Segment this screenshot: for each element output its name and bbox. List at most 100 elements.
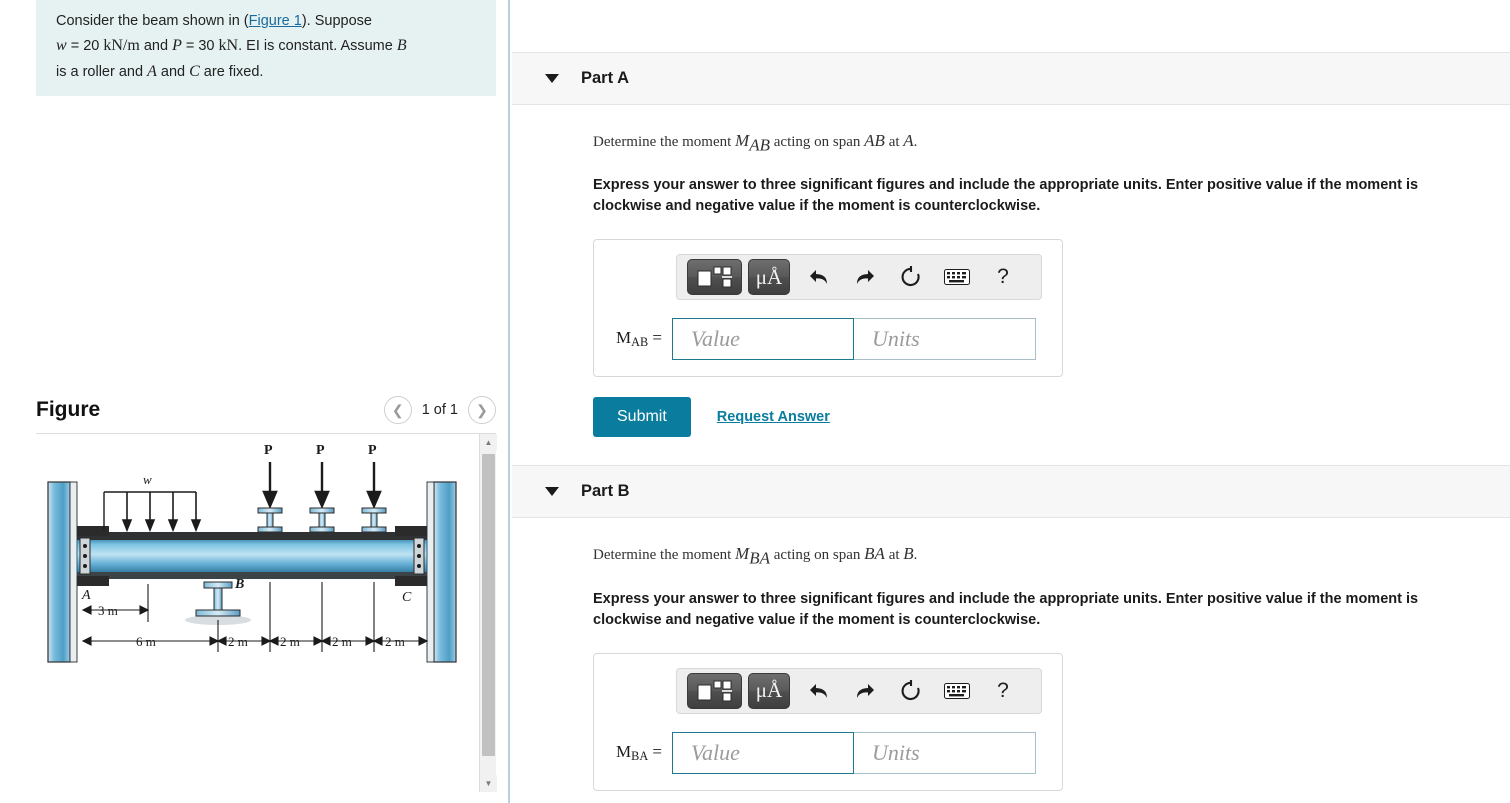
q-at-point: A: [903, 131, 914, 150]
part-b-units-input[interactable]: Units: [854, 731, 1036, 774]
w-equals: = 20: [66, 38, 104, 55]
beam-diagram-svg: w P P P B A C 3 m 6 m 2 m 2 m 2 m 2 m: [47, 443, 457, 663]
and-1: and: [139, 38, 173, 55]
part-b-field-row: MBA = Value Units: [606, 731, 1050, 774]
dim-2m-label-3: 2 m: [332, 634, 352, 649]
q-pre: Determine the moment: [593, 134, 736, 150]
undo-arrow-icon[interactable]: [796, 259, 842, 295]
keyboard-icon[interactable]: [934, 259, 980, 295]
scrollbar-thumb[interactable]: [482, 454, 495, 756]
q-at-point: B: [903, 544, 914, 564]
figure-scrollbar[interactable]: ▲ ▼: [479, 434, 497, 792]
page-root: Consider the beam shown in (Figure 1). S…: [0, 0, 1510, 803]
part-b-label: Part B: [581, 482, 630, 501]
q-span: AB: [864, 131, 885, 150]
q-mid: acting on span: [770, 547, 865, 564]
b-symbol: B: [396, 37, 407, 55]
and-2: and: [156, 64, 190, 81]
math-template-icon[interactable]: [687, 259, 742, 296]
w-units: kN/m: [103, 37, 140, 55]
unit-icon-text: μÅ: [755, 264, 783, 289]
figure-counter: 1 of 1: [421, 402, 458, 418]
part-a-request-answer-link[interactable]: Request Answer: [717, 409, 830, 425]
part-a-submit-button[interactable]: Submit: [593, 397, 691, 438]
redo-arrow-icon[interactable]: [842, 673, 888, 709]
beam-diagram: w P P P B A C 3 m 6 m 2 m 2 m 2 m 2 m: [36, 434, 474, 792]
figure-header: Figure ❮ 1 of 1 ❯: [36, 388, 496, 432]
field-label-eq: =: [648, 741, 662, 761]
part-b-question: Determine the moment MBA acting on span …: [593, 544, 1510, 568]
field-label-sub: BA: [631, 748, 649, 763]
part-a-field-row: MAB = Value Units: [606, 318, 1050, 361]
w-label: w: [143, 472, 152, 487]
q-symbol: M: [735, 544, 750, 564]
reset-circle-icon[interactable]: [888, 673, 934, 709]
part-b-value-input[interactable]: Value: [672, 731, 854, 774]
part-a-toolbar: μÅ ?: [676, 254, 1042, 301]
a-symbol: A: [147, 63, 157, 81]
redo-arrow-icon[interactable]: [842, 259, 888, 295]
problem-line2-post: . EI is constant. Assume: [238, 38, 397, 55]
problem-line1-pre: Consider the beam shown in (: [56, 13, 249, 29]
chevron-right-icon[interactable]: ❯: [468, 396, 496, 424]
chevron-down-icon[interactable]: [545, 74, 559, 83]
help-icon[interactable]: ?: [980, 259, 1026, 295]
figure-1-link[interactable]: Figure 1: [249, 13, 302, 29]
problem-statement-text: Consider the beam shown in (Figure 1). S…: [56, 10, 482, 85]
left-panel: Consider the beam shown in (Figure 1). S…: [0, 0, 510, 803]
figure-area: w P P P B A C 3 m 6 m 2 m 2 m 2 m 2 m ▲ …: [36, 433, 497, 793]
dim-2m-label-1: 2 m: [228, 634, 248, 649]
undo-arrow-icon[interactable]: [796, 673, 842, 709]
help-icon[interactable]: ?: [980, 673, 1026, 709]
part-b-field-label: MBA =: [606, 742, 672, 764]
part-a-header[interactable]: Part A: [512, 52, 1510, 105]
part-a-actions: Submit Request Answer: [593, 397, 1510, 438]
problem-statement-box: Consider the beam shown in (Figure 1). S…: [36, 0, 496, 96]
part-b-body: Determine the moment MBA acting on span …: [512, 518, 1510, 803]
part-b-answer-box: μÅ ? MBA = Value Units: [593, 652, 1063, 791]
part-a-value-input[interactable]: Value: [672, 318, 854, 361]
part-a-instruction: Express your answer to three significant…: [593, 177, 1419, 215]
q-mid: acting on span: [770, 134, 865, 150]
part-b-instruction: Express your answer to three significant…: [593, 590, 1419, 628]
part-a-body: Determine the moment MAB acting on span …: [512, 105, 1510, 438]
chevron-down-icon[interactable]: [545, 487, 559, 497]
part-b-toolbar: μÅ ?: [676, 667, 1042, 714]
q-symbol: M: [735, 131, 750, 150]
reset-circle-icon[interactable]: [888, 259, 934, 295]
keyboard-icon[interactable]: [934, 673, 980, 709]
b-label: B: [234, 577, 244, 592]
part-a-units-input[interactable]: Units: [854, 318, 1036, 361]
part-a-field-label: MAB =: [606, 328, 672, 350]
q-at: at: [884, 134, 904, 150]
p-label-3: P: [368, 443, 377, 458]
q-pre: Determine the moment: [593, 547, 736, 564]
right-panel: Part A Determine the moment MAB acting o…: [512, 0, 1510, 803]
chevron-left-icon[interactable]: ❮: [383, 396, 412, 424]
part-a-answer-box: μÅ ? MAB = Value Units: [593, 239, 1063, 378]
dim-2m-label-2: 2 m: [280, 634, 300, 649]
figure-title: Figure: [36, 398, 101, 421]
p-units: kN: [218, 37, 239, 55]
p-label-2: P: [316, 443, 325, 458]
units-micro-angstrom-icon[interactable]: μÅ: [748, 259, 790, 296]
dim-3m-label: 3 m: [98, 603, 118, 618]
c-symbol: C: [189, 63, 200, 81]
a-label: A: [81, 588, 91, 603]
units-micro-angstrom-icon[interactable]: μÅ: [748, 672, 790, 709]
part-gap: [512, 437, 1510, 465]
w-symbol: w: [56, 37, 67, 55]
field-label-sym: M: [616, 328, 632, 348]
q-end: .: [913, 547, 918, 564]
dim-6m-label: 6 m: [136, 634, 156, 649]
problem-line3-post: are fixed.: [199, 64, 264, 81]
q-end: .: [913, 134, 918, 150]
part-a-question: Determine the moment MAB acting on span …: [593, 131, 1510, 155]
part-b-header[interactable]: Part B: [512, 465, 1510, 519]
scroll-up-icon[interactable]: ▲: [480, 434, 497, 451]
math-template-icon[interactable]: [687, 672, 742, 709]
field-label-sub: AB: [631, 335, 649, 350]
q-at: at: [884, 547, 904, 564]
p-equals: = 30: [181, 38, 219, 55]
scroll-down-icon[interactable]: ▼: [480, 775, 497, 792]
